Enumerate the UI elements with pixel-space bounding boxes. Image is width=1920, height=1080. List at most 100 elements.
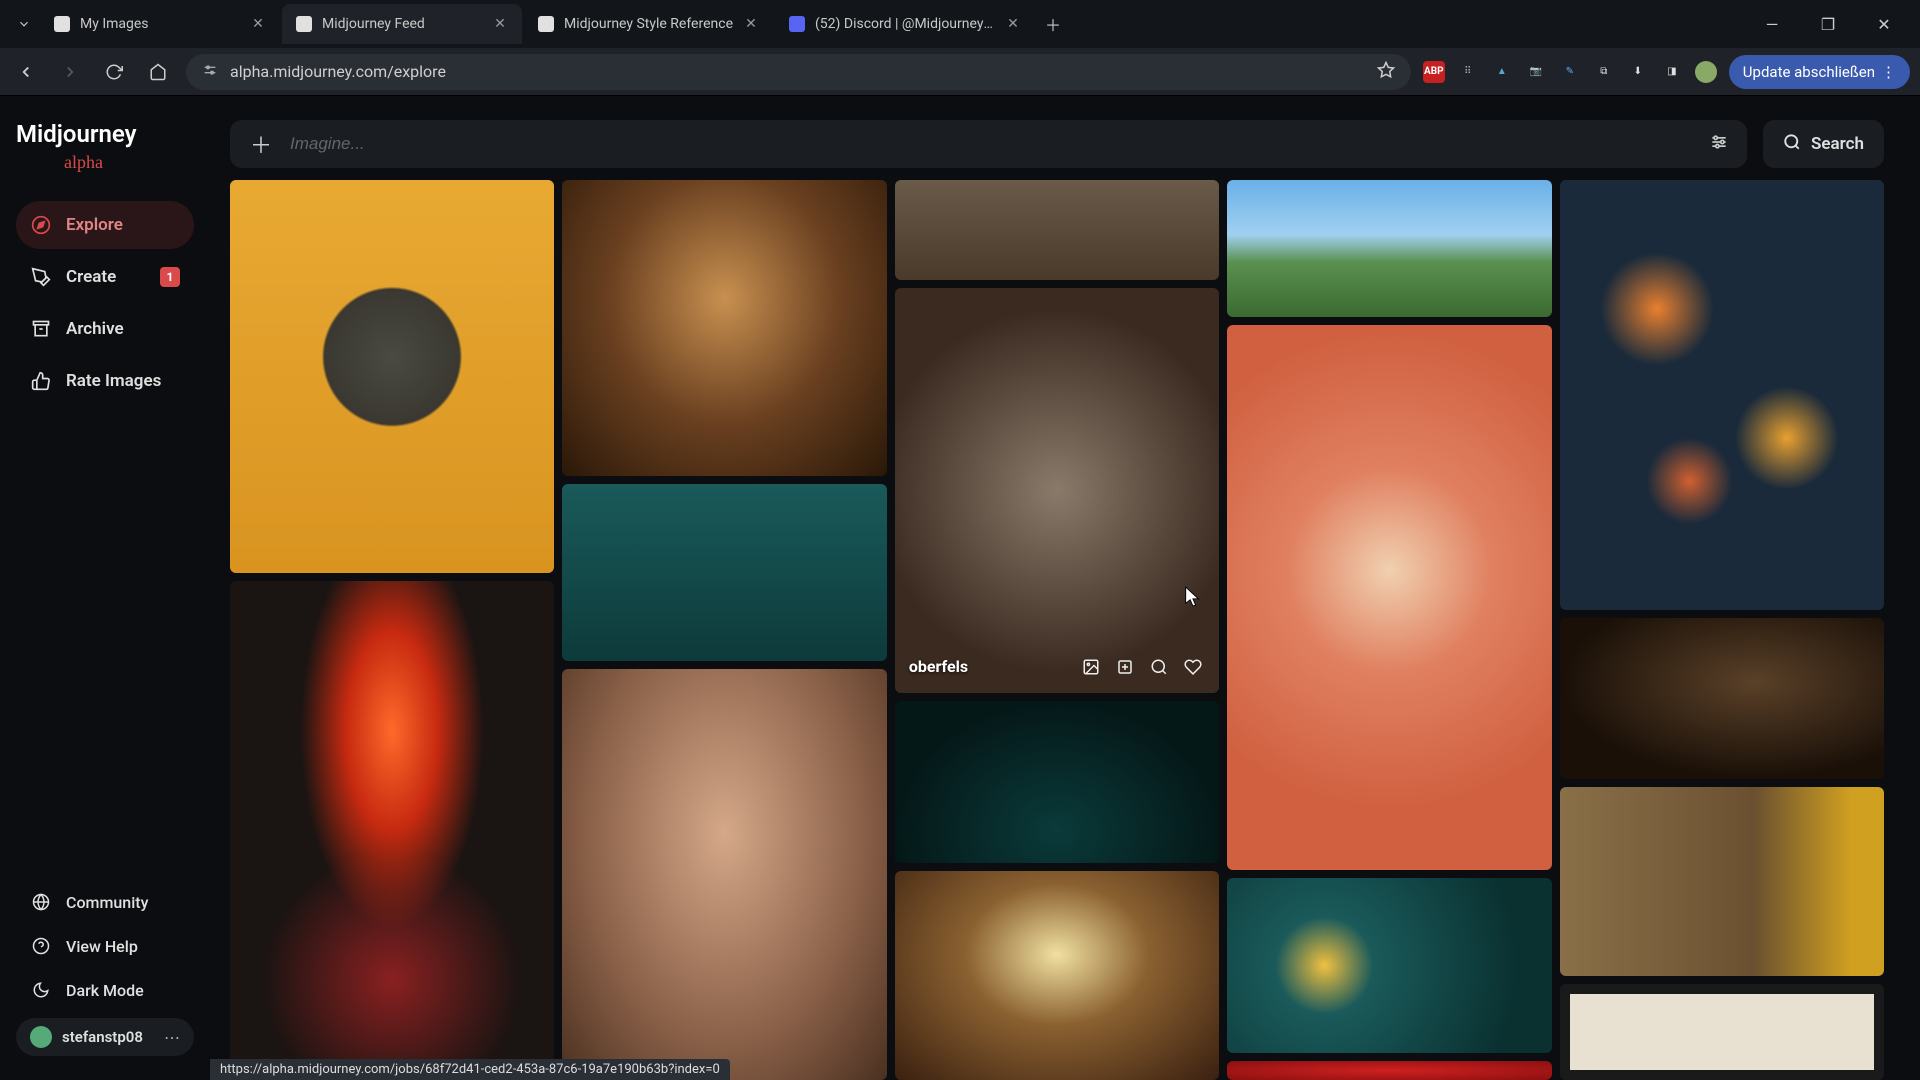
sidebar-item-rate-images[interactable]: Rate Images [16,357,194,405]
settings-icon[interactable] [1709,132,1729,156]
site-settings-icon[interactable] [202,62,218,82]
image-tile[interactable] [230,180,554,573]
explore-grid: oberfels [230,180,1884,1080]
search-button[interactable]: Search [1763,120,1884,168]
user-menu[interactable]: stefanstp08 ⋯ [16,1018,194,1056]
image-tile[interactable] [562,669,886,1080]
ext-puzzle-icon[interactable]: ⧉ [1593,61,1615,83]
image-tile[interactable] [1227,180,1551,317]
maximize-button[interactable]: ❐ [1812,8,1844,40]
browser-titlebar: My Images ✕ Midjourney Feed ✕ Midjourney… [0,0,1920,48]
help-icon [30,935,52,957]
tab-title: Midjourney Style Reference [564,16,733,32]
sidebar-item-label: Community [66,893,148,912]
minimize-button[interactable]: — [1756,8,1788,40]
image-tile[interactable] [1560,618,1884,779]
save-icon[interactable] [1113,655,1137,679]
sidebar-item-archive[interactable]: Archive [16,305,194,353]
topbar: ＋ Search [230,120,1884,168]
thumb-icon [30,370,52,392]
close-window-button[interactable]: ✕ [1868,8,1900,40]
more-icon: ⋯ [164,1028,180,1047]
url-bar[interactable]: alpha.midjourney.com/explore [186,54,1411,90]
ext-triangle-icon[interactable]: ▲ [1491,61,1513,83]
downloads-icon[interactable]: ⬇ [1627,61,1649,83]
tile-author: oberfels [909,657,968,676]
image-tile[interactable] [1560,180,1884,610]
globe-icon [30,891,52,913]
home-button[interactable] [142,56,174,88]
close-icon[interactable]: ✕ [250,16,266,32]
close-icon[interactable]: ✕ [1005,16,1021,32]
image-tile[interactable] [1227,1061,1551,1080]
create-badge: 1 [160,267,180,287]
image-tile[interactable] [895,871,1219,1080]
favicon-icon [54,16,70,32]
tab-discord[interactable]: (52) Discord | @Midjourney Bot ✕ [775,4,1035,44]
close-icon[interactable]: ✕ [492,16,508,32]
pen-icon [30,266,52,288]
sidebar-item-label: View Help [66,937,138,956]
tab-my-images[interactable]: My Images ✕ [40,4,280,44]
tab-title: (52) Discord | @Midjourney Bot [815,16,995,32]
image-tile[interactable] [562,484,886,661]
tab-search-icon[interactable] [8,8,40,40]
tab-title: Midjourney Feed [322,16,482,32]
app-root: Midjourney alpha Explore Create 1 Archiv… [0,96,1920,1080]
profile-avatar-icon[interactable] [1695,61,1717,83]
ext-pen-icon[interactable]: ✎ [1559,61,1581,83]
main-content: ＋ Search [210,96,1920,1080]
sidepanel-icon[interactable]: ◨ [1661,61,1683,83]
ext-grid-icon[interactable]: ⠿ [1457,61,1479,83]
sidebar-item-explore[interactable]: Explore [16,201,194,249]
prompt-composer[interactable]: ＋ [230,120,1747,168]
extension-icons: ABP ⠿ ▲ 📷 ✎ ⧉ ⬇ ◨ [1423,61,1717,83]
sidebar: Midjourney alpha Explore Create 1 Archiv… [0,96,210,1080]
sidebar-item-label: Explore [66,215,123,235]
image-tile[interactable]: oberfels [895,288,1219,693]
add-image-button[interactable]: ＋ [248,131,274,157]
image-icon[interactable] [1079,655,1103,679]
image-tile[interactable] [895,180,1219,280]
sidebar-item-community[interactable]: Community [16,882,194,922]
image-tile[interactable] [562,180,886,476]
new-tab-button[interactable]: ＋ [1037,8,1069,40]
menu-icon: ⋮ [1881,63,1896,81]
back-button[interactable] [10,56,42,88]
sidebar-item-create[interactable]: Create 1 [16,253,194,301]
prompt-input[interactable] [290,134,1693,154]
address-bar-row: alpha.midjourney.com/explore ABP ⠿ ▲ 📷 ✎… [0,48,1920,96]
update-label: Update abschließen [1743,63,1875,81]
sidebar-item-label: Archive [66,319,124,339]
bookmark-icon[interactable] [1377,61,1395,83]
search-icon [1783,133,1801,156]
search-label: Search [1811,134,1864,154]
image-tile[interactable] [1560,787,1884,976]
tab-midjourney-feed[interactable]: Midjourney Feed ✕ [282,4,522,44]
compass-icon [30,214,52,236]
ext-camera-icon[interactable]: 📷 [1525,61,1547,83]
forward-button[interactable] [54,56,86,88]
update-button[interactable]: Update abschließen ⋮ [1729,55,1910,89]
ext-abp-icon[interactable]: ABP [1423,61,1445,83]
sidebar-item-label: Create [66,267,116,287]
reload-button[interactable] [98,56,130,88]
image-tile[interactable] [1227,325,1551,870]
alpha-badge: alpha [64,152,194,173]
image-tile[interactable] [230,581,554,1080]
favicon-icon [296,16,312,32]
tab-style-reference[interactable]: Midjourney Style Reference ✕ [524,4,773,44]
close-icon[interactable]: ✕ [743,16,759,32]
tile-hover-overlay: oberfels [895,288,1219,693]
zoom-icon[interactable] [1147,655,1171,679]
sidebar-item-view-help[interactable]: View Help [16,926,194,966]
logo: Midjourney [16,120,194,148]
sidebar-item-label: Dark Mode [66,981,144,1000]
image-tile[interactable] [1227,878,1551,1053]
sidebar-item-dark-mode[interactable]: Dark Mode [16,970,194,1010]
heart-icon[interactable] [1181,655,1205,679]
url-text: alpha.midjourney.com/explore [230,62,446,81]
image-tile[interactable] [1560,984,1884,1080]
favicon-icon [538,16,554,32]
image-tile[interactable] [895,701,1219,863]
